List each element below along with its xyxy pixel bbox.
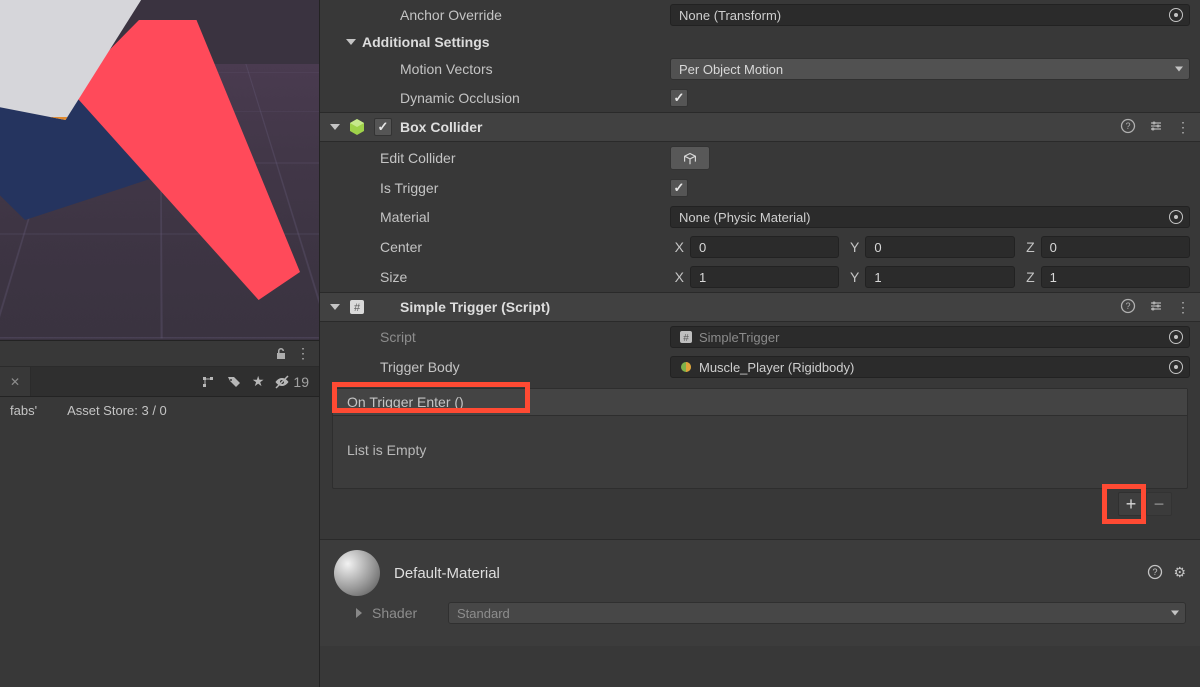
svg-text:#: # xyxy=(354,302,361,314)
lock-open-icon[interactable] xyxy=(273,346,289,362)
script-asset-icon: # xyxy=(679,330,693,344)
object-picker-icon[interactable] xyxy=(1169,360,1183,374)
close-tab-icon[interactable]: ✕ xyxy=(10,375,20,389)
size-x-input[interactable] xyxy=(690,266,839,288)
center-x-input[interactable] xyxy=(690,236,839,258)
svg-text:?: ? xyxy=(1153,567,1158,577)
axis-z-label: Z xyxy=(1021,269,1035,285)
size-label: Size xyxy=(330,269,670,285)
axis-z-label: Z xyxy=(1021,239,1035,255)
box-collider-icon xyxy=(348,118,366,136)
center-z-input[interactable] xyxy=(1041,236,1190,258)
inspector-panel: Anchor Override None (Transform) Additio… xyxy=(320,0,1200,687)
size-z-input[interactable] xyxy=(1041,266,1190,288)
object-picker-icon[interactable] xyxy=(1169,8,1183,22)
svg-text:?: ? xyxy=(1125,121,1130,131)
axis-x-label: X xyxy=(670,269,684,285)
anchor-override-label: Anchor Override xyxy=(330,7,670,23)
favorite-filter-icon[interactable]: ★ xyxy=(252,373,265,390)
center-label: Center xyxy=(330,239,670,255)
material-name[interactable]: Default-Material xyxy=(394,565,500,582)
center-y-input[interactable] xyxy=(865,236,1014,258)
foldout-toggle-simple-trigger[interactable] xyxy=(330,304,340,310)
help-icon[interactable]: ? xyxy=(1120,118,1136,137)
box-collider-header[interactable]: Box Collider ? ⋮ xyxy=(320,112,1200,142)
event-remove-button[interactable]: − xyxy=(1146,492,1172,516)
scene-view[interactable] xyxy=(0,0,320,340)
dynamic-occlusion-label: Dynamic Occlusion xyxy=(330,90,670,106)
edit-collider-button[interactable] xyxy=(670,146,710,170)
filter-hierarchy-icon[interactable] xyxy=(200,374,216,390)
dynamic-occlusion-checkbox[interactable] xyxy=(670,89,688,107)
asset-store-status: Asset Store: 3 / 0 xyxy=(67,403,167,418)
size-y-input[interactable] xyxy=(865,266,1014,288)
presets-icon[interactable] xyxy=(1148,118,1164,137)
edit-collider-label: Edit Collider xyxy=(330,150,670,166)
anchor-override-field[interactable]: None (Transform) xyxy=(670,4,1190,26)
motion-vectors-dropdown[interactable]: Per Object Motion xyxy=(670,58,1190,80)
shader-label: Shader xyxy=(372,605,438,621)
shader-dropdown[interactable]: Standard xyxy=(448,602,1186,624)
rigidbody-icon xyxy=(679,360,693,374)
trigger-body-field[interactable]: Muscle_Player (Rigidbody) xyxy=(670,356,1190,378)
context-menu-icon[interactable]: ⋮ xyxy=(1176,299,1190,316)
unity-event-block: On Trigger Enter () List is Empty xyxy=(332,388,1188,489)
event-add-button[interactable]: + xyxy=(1118,492,1144,516)
chevron-down-icon xyxy=(1171,611,1179,616)
additional-settings-header[interactable]: Additional Settings xyxy=(362,34,490,50)
foldout-toggle-material[interactable] xyxy=(356,608,362,618)
project-tab[interactable]: ✕ xyxy=(0,367,31,396)
svg-text:?: ? xyxy=(1125,301,1130,311)
trigger-body-label: Trigger Body xyxy=(330,359,670,375)
object-picker-icon xyxy=(1169,330,1183,344)
foldout-toggle-box-collider[interactable] xyxy=(330,124,340,130)
physic-material-field[interactable]: None (Physic Material) xyxy=(670,206,1190,228)
gear-icon[interactable]: ⚙ xyxy=(1173,564,1186,583)
is-trigger-checkbox[interactable] xyxy=(670,179,688,197)
object-picker-icon[interactable] xyxy=(1169,210,1183,224)
foldout-toggle-additional-settings[interactable] xyxy=(346,39,356,45)
axis-x-label: X xyxy=(670,239,684,255)
help-icon[interactable]: ? xyxy=(1147,564,1163,583)
presets-icon[interactable] xyxy=(1148,298,1164,317)
box-collider-enable-checkbox[interactable] xyxy=(374,118,392,136)
svg-text:#: # xyxy=(683,333,689,344)
unity-event-title: On Trigger Enter () xyxy=(347,394,464,410)
breadcrumb-fragment: fabs' xyxy=(10,403,37,418)
is-trigger-label: Is Trigger xyxy=(330,180,670,196)
axis-y-label: Y xyxy=(845,269,859,285)
script-icon: # xyxy=(348,298,366,316)
help-icon[interactable]: ? xyxy=(1120,298,1136,317)
filter-label-icon[interactable] xyxy=(226,374,242,390)
material-preview-icon xyxy=(334,550,380,596)
physic-material-label: Material xyxy=(330,209,670,225)
context-menu-icon[interactable]: ⋮ xyxy=(295,346,311,362)
script-label: Script xyxy=(330,329,670,345)
context-menu-icon[interactable]: ⋮ xyxy=(1176,119,1190,136)
hidden-count[interactable]: 19 xyxy=(274,374,309,390)
chevron-down-icon xyxy=(1175,67,1183,72)
unity-event-empty-text: List is Empty xyxy=(347,442,426,458)
axis-y-label: Y xyxy=(845,239,859,255)
motion-vectors-label: Motion Vectors xyxy=(330,61,670,77)
script-field: # SimpleTrigger xyxy=(670,326,1190,348)
simple-trigger-header[interactable]: # Simple Trigger (Script) ? ⋮ xyxy=(320,292,1200,322)
